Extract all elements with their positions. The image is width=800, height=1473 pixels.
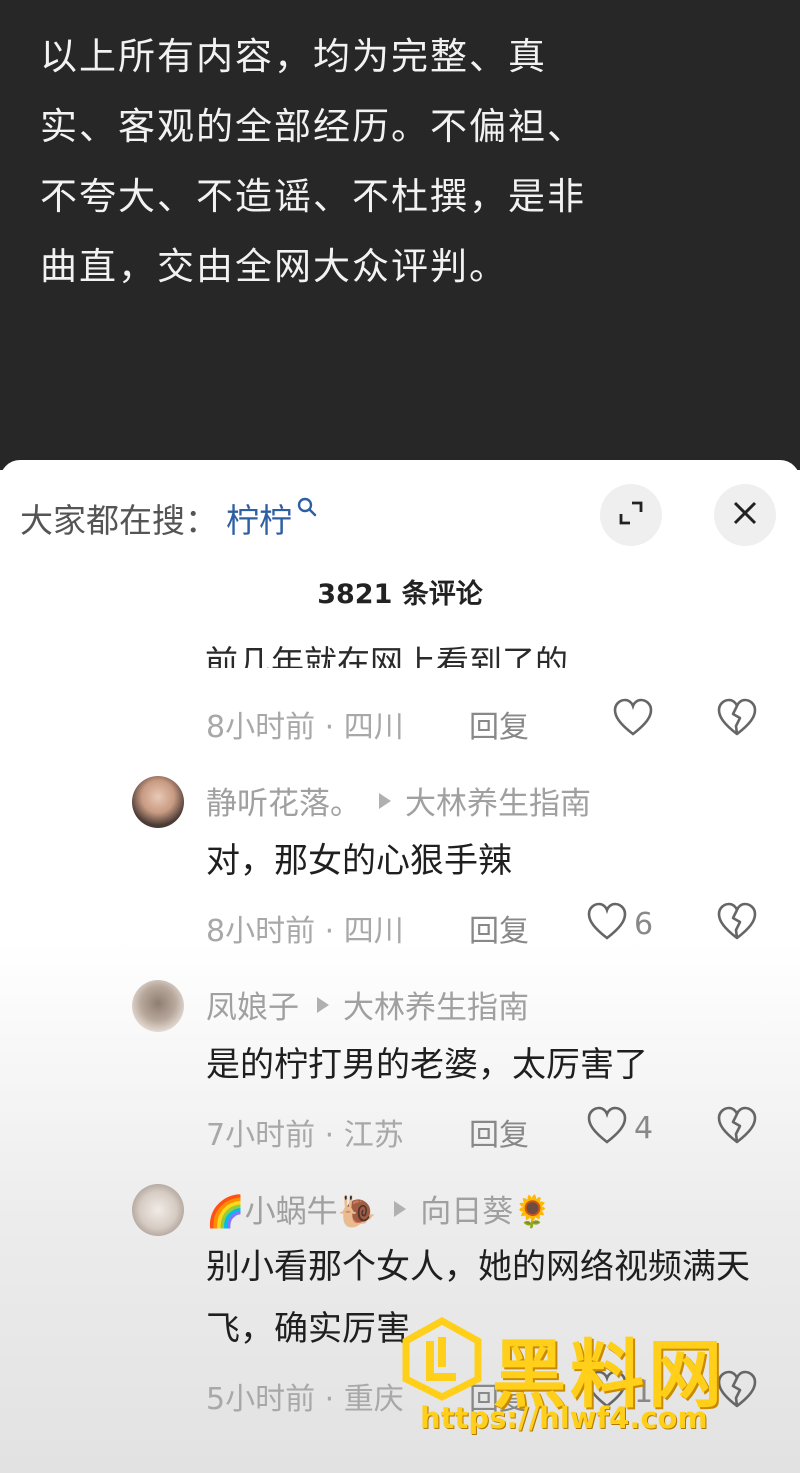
avatar[interactable] bbox=[132, 980, 184, 1032]
search-icon bbox=[296, 496, 318, 522]
comment-reply-to[interactable]: 大林养生指南 bbox=[405, 778, 591, 823]
broken-heart-icon bbox=[716, 1106, 758, 1150]
comment-count: 3821 条评论 bbox=[317, 579, 483, 610]
dislike-button[interactable] bbox=[716, 1106, 758, 1150]
comment-reply-to[interactable]: 向日葵🌻 bbox=[420, 1186, 552, 1231]
clipped-comment: 前几年就在网上看到了的 bbox=[205, 628, 745, 668]
comment-time-location: 5小时前 · 重庆 bbox=[206, 1382, 404, 1417]
reply-button[interactable]: 回复 bbox=[469, 906, 529, 950]
comment-username[interactable]: 🌈小蜗牛🐌 bbox=[206, 1186, 376, 1231]
like-button[interactable] bbox=[612, 698, 654, 742]
comment-time-location: 8小时前 · 四川 bbox=[206, 710, 404, 745]
comment-user-line: 凤娘子 大林养生指南 bbox=[206, 982, 529, 1027]
expand-icon bbox=[616, 498, 646, 532]
comment-meta: 8小时前 · 四川 回复 6 bbox=[206, 900, 766, 950]
comment-meta: 7小时前 · 江苏 回复 4 bbox=[206, 1104, 766, 1154]
close-icon bbox=[732, 500, 758, 530]
comment-time-location: 8小时前 · 四川 bbox=[206, 914, 404, 949]
comment-text: 是的柠打男的老婆，太厉害了 bbox=[206, 1045, 648, 1085]
post-text-panel: 以上所有内容，均为完整、真实、客观的全部经历。不偏袒、不夸大、不造谣、不杜撰，是… bbox=[0, 0, 800, 470]
like-count: 4 bbox=[634, 1110, 654, 1146]
play-arrow-icon bbox=[317, 996, 329, 1013]
expand-button[interactable] bbox=[600, 484, 662, 546]
clipped-comment-text: 前几年就在网上看到了的 bbox=[205, 643, 568, 668]
watermark: 黑料网 https://hlwf4.com bbox=[400, 1315, 780, 1455]
heart-icon bbox=[586, 902, 628, 946]
comment-user-line: 🌈小蜗牛🐌 向日葵🌻 bbox=[206, 1186, 552, 1231]
dislike-button[interactable] bbox=[716, 902, 758, 946]
close-button[interactable] bbox=[714, 484, 776, 546]
watermark-logo-icon bbox=[400, 1316, 484, 1405]
clipped-comment-meta: 8小时前 · 四川 回复 bbox=[206, 696, 766, 746]
like-button[interactable]: 6 bbox=[586, 902, 653, 946]
comment-reply-to[interactable]: 大林养生指南 bbox=[343, 982, 529, 1027]
comment-user-line: 静听花落。 大林养生指南 bbox=[206, 778, 591, 823]
post-text: 以上所有内容，均为完整、真实、客观的全部经历。不偏袒、不夸大、不造谣、不杜撰，是… bbox=[40, 35, 586, 288]
like-count: 6 bbox=[634, 906, 654, 942]
like-button[interactable]: 4 bbox=[586, 1106, 653, 1150]
broken-heart-icon bbox=[716, 902, 758, 946]
reply-button[interactable]: 回复 bbox=[469, 1110, 529, 1154]
play-arrow-icon bbox=[379, 792, 391, 809]
comment-username[interactable]: 静听花落。 bbox=[206, 778, 361, 823]
avatar[interactable] bbox=[132, 776, 184, 828]
broken-heart-icon bbox=[716, 698, 758, 742]
play-arrow-icon bbox=[394, 1200, 407, 1217]
watermark-url: https://hlwf4.com bbox=[420, 1401, 708, 1435]
reply-button[interactable]: 回复 bbox=[469, 702, 529, 746]
comment-text: 对，那女的心狠手辣 bbox=[206, 841, 512, 881]
search-suggestion-term[interactable]: 柠柠 bbox=[226, 494, 292, 542]
heart-icon bbox=[612, 698, 654, 742]
comment-username[interactable]: 凤娘子 bbox=[206, 982, 299, 1027]
search-suggestion-label: 大家都在搜： bbox=[20, 501, 218, 540]
dislike-button[interactable] bbox=[716, 698, 758, 742]
heart-icon bbox=[586, 1106, 628, 1150]
search-suggestion[interactable]: 大家都在搜： 柠柠 bbox=[20, 494, 318, 542]
comment-time-location: 7小时前 · 江苏 bbox=[206, 1118, 404, 1153]
avatar[interactable] bbox=[132, 1184, 184, 1236]
